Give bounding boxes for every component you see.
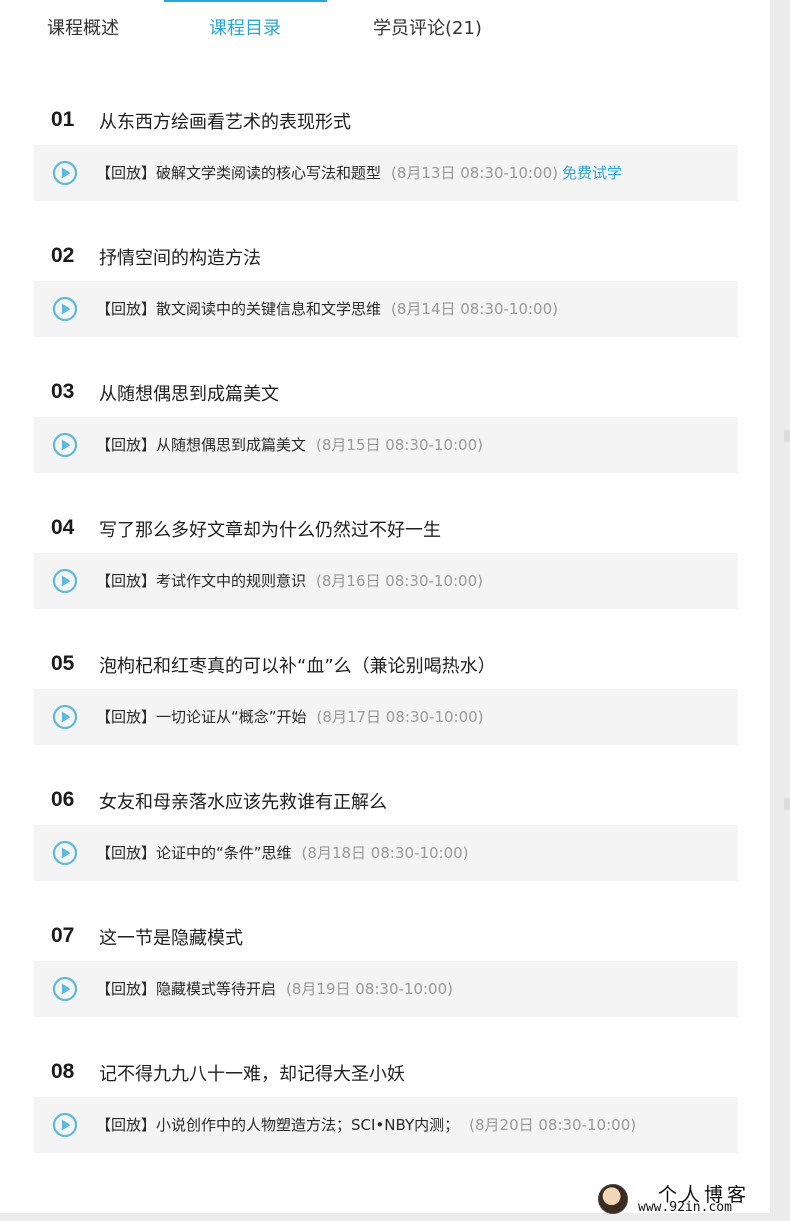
session-time: (8月19日 08:30-10:00) (286, 980, 453, 998)
free-trial-link[interactable]: 免费试学 (562, 164, 622, 182)
lesson-header: 07 这一节是隐藏模式 (34, 916, 738, 956)
session-text: 【回放】散文阅读中的关键信息和文学思维 (8月14日 08:30-10:00) (96, 297, 558, 321)
lesson-number: 01 (51, 108, 75, 131)
tab-reviews[interactable]: 学员评论(21) (373, 17, 482, 41)
session-row[interactable]: 【回放】破解文学类阅读的核心写法和题型 (8月13日 08:30-10:00) 免费… (34, 145, 738, 201)
lesson-title: 这一节是隐藏模式 (99, 928, 243, 949)
session-row[interactable]: 【回放】考试作文中的规则意识 (8月16日 08:30-10:00) (34, 553, 738, 609)
watermark: 个人博客 www.92in.com (598, 1180, 778, 1216)
lesson-item: 06 女友和母亲落水应该先救谁有正解么 【回放】论证中的“条件”思维 (8月18日 0… (34, 780, 738, 881)
session-label[interactable]: 【回放】破解文学类阅读的核心写法和题型 (96, 164, 381, 182)
play-circle-icon[interactable] (52, 432, 78, 458)
tab-catalog[interactable]: 课程目录 (209, 17, 281, 41)
session-time: (8月14日 08:30-10:00) (391, 300, 558, 318)
session-label[interactable]: 【回放】从随想偶思到成篇美文 (96, 436, 306, 454)
session-text: 【回放】破解文学类阅读的核心写法和题型 (8月13日 08:30-10:00) 免费… (96, 161, 622, 185)
play-circle-icon[interactable] (52, 704, 78, 730)
lesson-title: 从随想偶思到成篇美文 (99, 384, 279, 405)
session-row[interactable]: 【回放】从随想偶思到成篇美文 (8月15日 08:30-10:00) (34, 417, 738, 473)
lesson-number: 02 (51, 244, 75, 267)
lesson-header: 03 从随想偶思到成篇美文 (34, 372, 738, 412)
session-row[interactable]: 【回放】论证中的“条件”思维 (8月18日 08:30-10:00) (34, 825, 738, 881)
session-row[interactable]: 【回放】散文阅读中的关键信息和文学思维 (8月14日 08:30-10:00) (34, 281, 738, 337)
lesson-item: 07 这一节是隐藏模式【回放】隐藏模式等待开启 (8月19日 08:30-10:00… (34, 916, 738, 1017)
lesson-title: 从东西方绘画看艺术的表现形式 (99, 112, 351, 133)
session-label[interactable]: 【回放】小说创作中的人物塑造方法；SCI•NBY内测； (96, 1116, 459, 1134)
session-label[interactable]: 【回放】一切论证从“概念”开始 (96, 708, 307, 726)
session-label[interactable]: 【回放】考试作文中的规则意识 (96, 572, 306, 590)
watermark-avatar (598, 1184, 628, 1214)
scroll-marker (784, 430, 790, 442)
session-row[interactable]: 【回放】小说创作中的人物塑造方法；SCI•NBY内测； (8月20日 08:30-… (34, 1097, 738, 1153)
session-time: (8月18日 08:30-10:00) (301, 844, 469, 862)
session-time: (8月17日 08:30-10:00) (316, 708, 484, 726)
session-time: (8月15日 08:30-10:00) (316, 436, 483, 454)
course-page: 课程概述 课程目录 学员评论(21) 01 从东西方绘画看艺术的表现形式【回放】破… (0, 0, 790, 1221)
tab-overview[interactable]: 课程概述 (47, 17, 119, 41)
session-row[interactable]: 【回放】一切论证从“概念”开始 (8月17日 08:30-10:00) (34, 689, 738, 745)
session-label[interactable]: 【回放】论证中的“条件”思维 (96, 844, 292, 862)
lesson-header: 05 泡枸杞和红枣真的可以补“血”么（兼论别喝热水） (34, 644, 738, 684)
lesson-title: 写了那么多好文章却为什么仍然过不好一生 (99, 520, 441, 541)
lesson-item: 08 记不得九九八十一难，却记得大圣小妖【回放】小说创作中的人物塑造方法；SCI•… (34, 1052, 738, 1153)
lesson-title: 记不得九九八十一难，却记得大圣小妖 (99, 1064, 405, 1085)
tab-bar: 课程概述 课程目录 学员评论(21) (0, 0, 770, 58)
session-text: 【回放】隐藏模式等待开启 (8月19日 08:30-10:00) (96, 977, 453, 1001)
lesson-title: 女友和母亲落水应该先救谁有正解么 (99, 792, 387, 813)
session-time: (8月13日 08:30-10:00) (391, 164, 558, 182)
play-circle-icon[interactable] (52, 840, 78, 866)
lesson-header: 02 抒情空间的构造方法 (34, 236, 738, 276)
lesson-number: 06 (51, 788, 75, 811)
lesson-item: 02 抒情空间的构造方法【回放】散文阅读中的关键信息和文学思维 (8月14日 08:… (34, 236, 738, 337)
session-label[interactable]: 【回放】散文阅读中的关键信息和文学思维 (96, 300, 381, 318)
session-time: (8月20日 08:30-10:00) (469, 1116, 637, 1134)
lesson-number: 05 (51, 652, 75, 675)
lesson-item: 01 从东西方绘画看艺术的表现形式【回放】破解文学类阅读的核心写法和题型 (8月13… (34, 100, 738, 201)
lesson-number: 04 (51, 516, 75, 539)
lesson-item: 03 从随想偶思到成篇美文【回放】从随想偶思到成篇美文 (8月15日 08:30-1… (34, 372, 738, 473)
session-text: 【回放】小说创作中的人物塑造方法；SCI•NBY内测； (8月20日 08:30-… (96, 1113, 636, 1137)
lesson-header: 06 女友和母亲落水应该先救谁有正解么 (34, 780, 738, 820)
lesson-number: 03 (51, 380, 75, 403)
lesson-item: 05 泡枸杞和红枣真的可以补“血”么（兼论别喝热水） 【回放】一切论证从“概念”开始… (34, 644, 738, 745)
session-time: (8月16日 08:30-10:00) (316, 572, 483, 590)
lesson-header: 04 写了那么多好文章却为什么仍然过不好一生 (34, 508, 738, 548)
play-circle-icon[interactable] (52, 976, 78, 1002)
session-text: 【回放】从随想偶思到成篇美文 (8月15日 08:30-10:00) (96, 433, 483, 457)
watermark-url: www.92in.com (638, 1200, 732, 1215)
lesson-number: 08 (51, 1060, 75, 1083)
session-text: 【回放】一切论证从“概念”开始 (8月17日 08:30-10:00) (96, 705, 484, 729)
lesson-item: 04 写了那么多好文章却为什么仍然过不好一生 【回放】考试作文中的规则意识 (8月16… (34, 508, 738, 609)
play-circle-icon[interactable] (52, 296, 78, 322)
session-text: 【回放】论证中的“条件”思维 (8月18日 08:30-10:00) (96, 841, 469, 865)
lesson-header: 08 记不得九九八十一难，却记得大圣小妖 (34, 1052, 738, 1092)
play-circle-icon[interactable] (52, 160, 78, 186)
lesson-header: 01 从东西方绘画看艺术的表现形式 (34, 100, 738, 140)
play-circle-icon[interactable] (52, 568, 78, 594)
scrollbar-track[interactable] (770, 0, 790, 1221)
session-label[interactable]: 【回放】隐藏模式等待开启 (96, 980, 276, 998)
lesson-number: 07 (51, 924, 75, 947)
session-text: 【回放】考试作文中的规则意识 (8月16日 08:30-10:00) (96, 569, 483, 593)
play-circle-icon[interactable] (52, 1112, 78, 1138)
active-tab-indicator (164, 0, 327, 2)
lesson-title: 泡枸杞和红枣真的可以补“血”么（兼论别喝热水） (99, 656, 496, 677)
session-row[interactable]: 【回放】隐藏模式等待开启 (8月19日 08:30-10:00) (34, 961, 738, 1017)
lesson-title: 抒情空间的构造方法 (99, 248, 261, 269)
scroll-marker (784, 798, 790, 810)
